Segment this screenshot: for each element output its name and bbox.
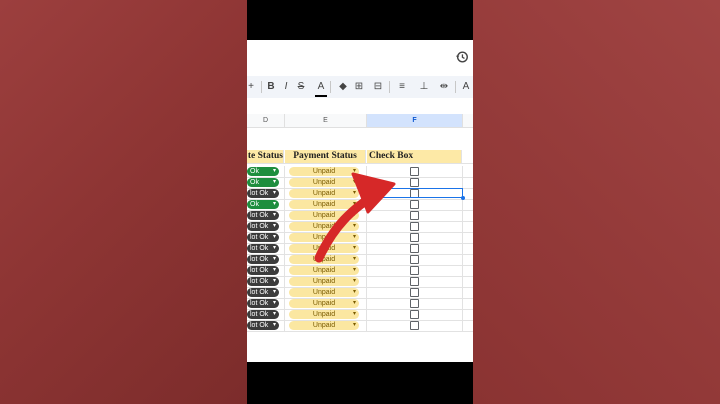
red-arrow-annotation [314,172,396,263]
background-right-panel [473,0,720,404]
background-left-panel [0,0,247,404]
video-frame: + B I S A ◆ ⊞ ⊟ ≡ ⊥ ⇹ A DEF te Status Payment Status… [247,0,473,404]
spreadsheet-view: + B I S A ◆ ⊞ ⊟ ≡ ⊥ ⇹ A DEF te Status Payment Status… [247,40,473,362]
